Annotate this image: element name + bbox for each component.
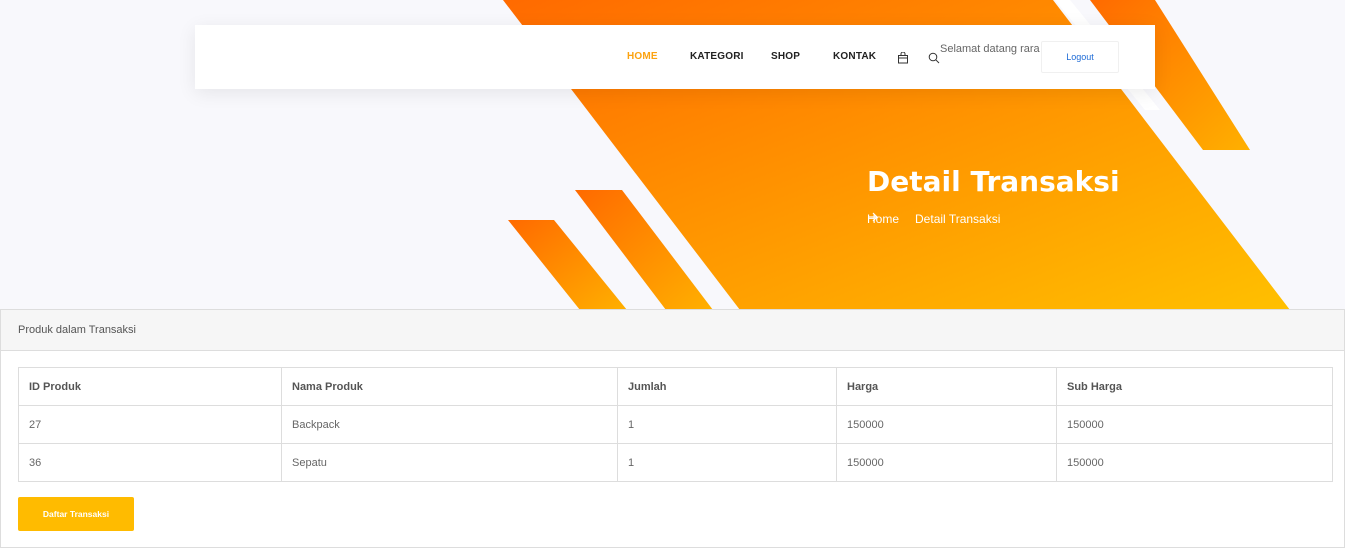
column-header: ID Produk	[18, 367, 282, 406]
column-header: Jumlah	[617, 367, 837, 406]
card-header: Produk dalam Transaksi	[1, 310, 1344, 351]
table-row: 27 Backpack 1 150000 150000	[18, 405, 1333, 444]
cart-icon[interactable]	[897, 51, 909, 69]
greeting-text: Selamat datang rara	[940, 43, 1040, 55]
nav-shop[interactable]: SHOP	[771, 51, 800, 62]
cell-id: 27	[18, 405, 282, 444]
breadcrumb: Home Detail Transaksi	[867, 212, 1000, 226]
cell-nama: Sepatu	[281, 443, 618, 482]
cell-jumlah: 1	[617, 405, 837, 444]
nav-home[interactable]: HOME	[627, 51, 658, 62]
search-icon[interactable]	[928, 51, 940, 69]
cell-jumlah: 1	[617, 443, 837, 482]
cell-subharga: 150000	[1056, 443, 1333, 482]
column-header: Harga	[836, 367, 1057, 406]
cell-harga: 150000	[836, 405, 1057, 444]
breadcrumb-current: Detail Transaksi	[915, 212, 1001, 226]
products-table: ID Produk Nama Produk Jumlah Harga Sub H…	[18, 367, 1333, 482]
daftar-transaksi-button[interactable]: Daftar Transaksi	[18, 497, 134, 531]
nav-kontak[interactable]: KONTAK	[833, 51, 876, 62]
table-row: 36 Sepatu 1 150000 150000	[18, 443, 1333, 482]
navbar: HOME KATEGORI SHOP KONTAK Selamat datang…	[195, 25, 1155, 89]
nav-kategori[interactable]: KATEGORI	[690, 51, 744, 62]
cell-nama: Backpack	[281, 405, 618, 444]
cell-harga: 150000	[836, 443, 1057, 482]
page-title: Detail Transaksi	[867, 165, 1120, 198]
table-header-row: ID Produk Nama Produk Jumlah Harga Sub H…	[18, 367, 1333, 406]
column-header: Nama Produk	[281, 367, 618, 406]
column-header: Sub Harga	[1056, 367, 1333, 406]
cell-subharga: 150000	[1056, 405, 1333, 444]
logout-button[interactable]: Logout	[1041, 41, 1119, 73]
cell-id: 36	[18, 443, 282, 482]
transaction-card: Produk dalam Transaksi ID Produk Nama Pr…	[0, 309, 1345, 548]
